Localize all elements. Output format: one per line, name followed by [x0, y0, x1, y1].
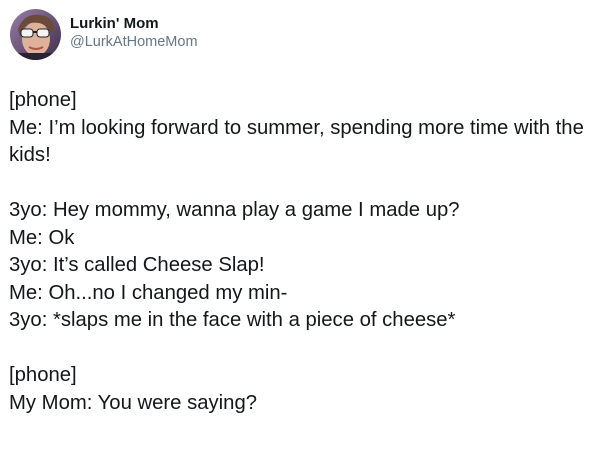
- tweet-line: Me: I’m looking forward to summer, spend…: [9, 116, 590, 167]
- tweet-line: [phone]: [9, 89, 77, 111]
- author-names: Lurkin' Mom @LurkAtHomeMom: [70, 14, 198, 52]
- tweet-line: 3yo: *slaps me in the face with a piece …: [9, 309, 456, 331]
- tweet-card: Lurkin' Mom @LurkAtHomeMom [phone] Me: I…: [0, 0, 600, 469]
- avatar-photo-icon: [10, 9, 61, 60]
- tweet-line: [phone]: [9, 364, 77, 386]
- avatar[interactable]: [10, 9, 61, 60]
- tweet-line: Me: Oh...no I changed my min-: [9, 281, 288, 304]
- tweet-line: My Mom: You were saying?: [9, 391, 257, 414]
- tweet-line: 3yo: Hey mommy, wanna play a game I made…: [9, 199, 460, 221]
- author-handle[interactable]: @LurkAtHomeMom: [70, 33, 198, 52]
- author-display-name[interactable]: Lurkin' Mom: [70, 14, 198, 33]
- tweet-text: [phone] Me: I’m looking forward to summe…: [9, 87, 594, 417]
- tweet-line: 3yo: It’s called Cheese Slap!: [9, 254, 265, 276]
- tweet-line: Me: Ok: [9, 226, 75, 249]
- tweet-header: Lurkin' Mom @LurkAtHomeMom: [10, 9, 198, 60]
